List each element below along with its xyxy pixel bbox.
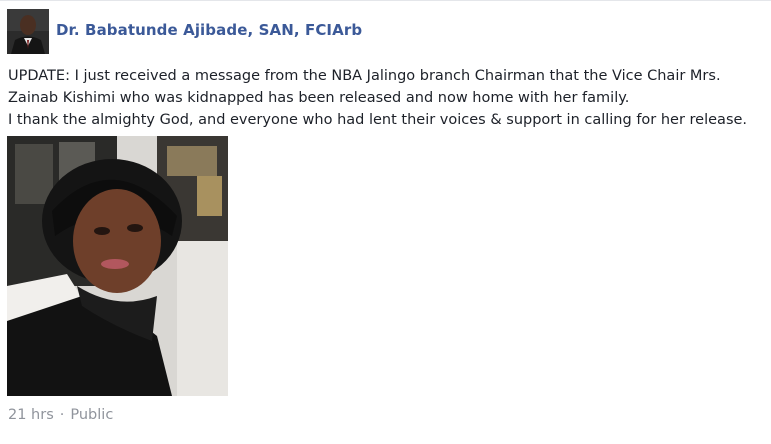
- post-photo[interactable]: [7, 136, 228, 396]
- facebook-post: Dr. Babatunde Ajibade, SAN, FCIArb UPDAT…: [0, 0, 771, 444]
- post-meta: 21 hrs · Public: [8, 407, 113, 423]
- author-avatar[interactable]: [7, 9, 49, 54]
- post-text-line: UPDATE: I just received a message from t…: [8, 68, 721, 84]
- post-photo-image: [7, 136, 228, 396]
- post-text-line: Zainab Kishimi who was kidnapped has bee…: [8, 90, 630, 106]
- audience-label[interactable]: Public: [70, 407, 113, 423]
- post-text-line: I thank the almighty God, and everyone w…: [8, 112, 748, 128]
- post-text: UPDATE: I just received a message from t…: [8, 65, 768, 131]
- post-timestamp[interactable]: 21 hrs: [8, 407, 54, 423]
- avatar-photo: [7, 9, 49, 54]
- author-name-link[interactable]: Dr. Babatunde Ajibade, SAN, FCIArb: [56, 21, 362, 39]
- meta-separator: ·: [59, 407, 65, 423]
